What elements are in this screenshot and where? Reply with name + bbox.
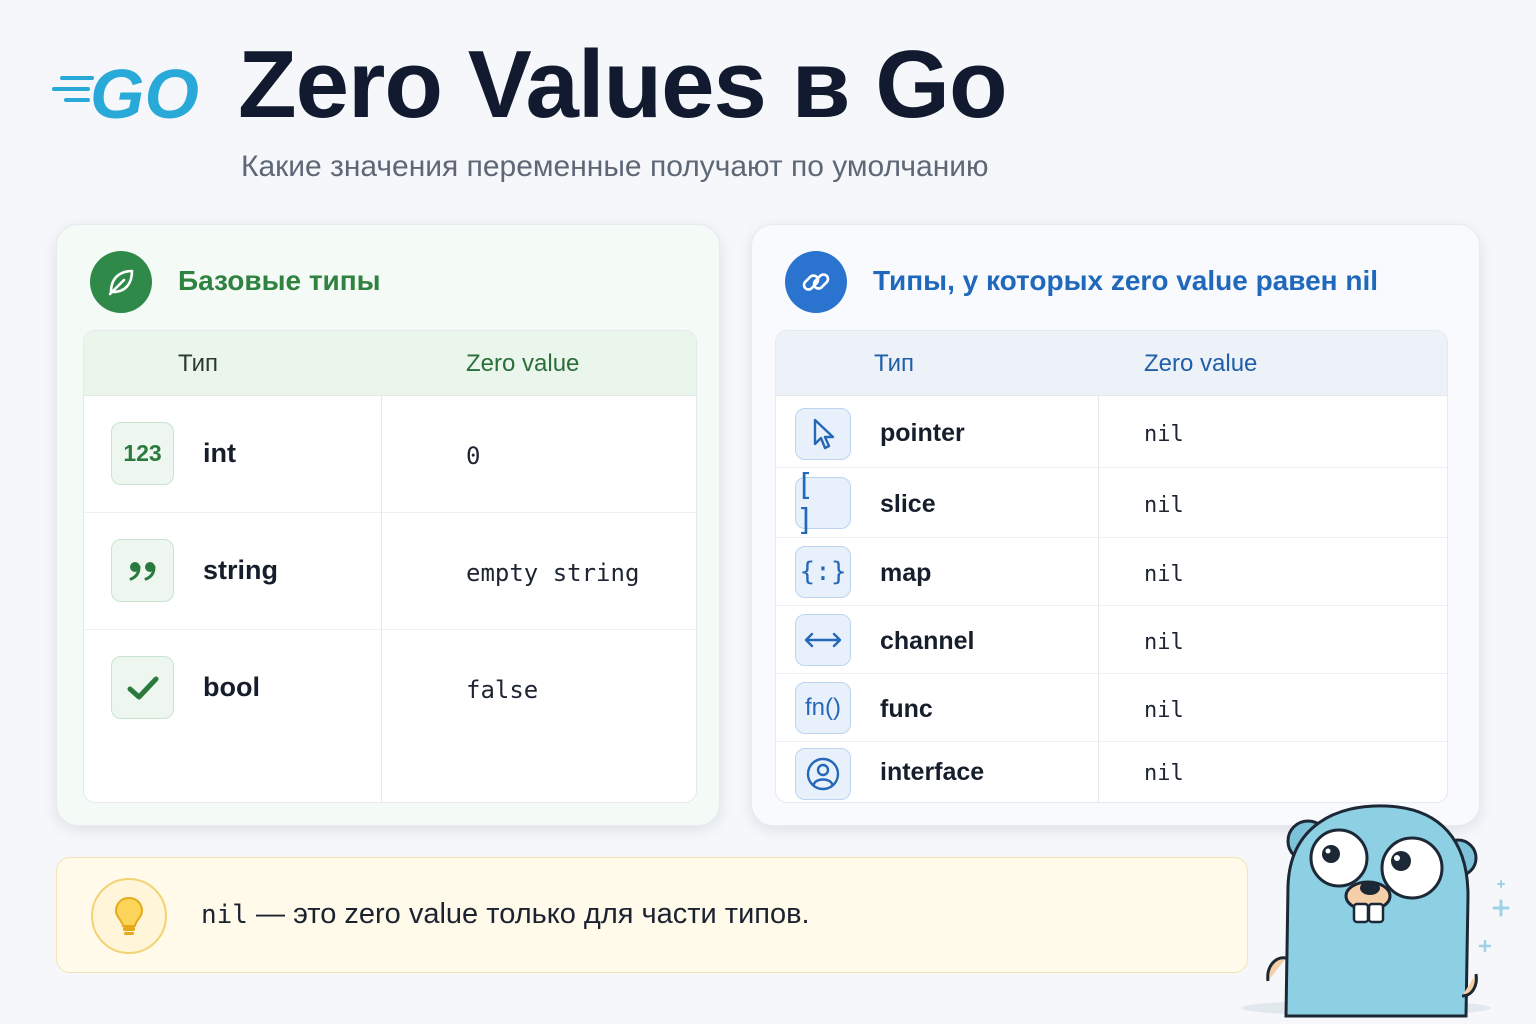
function-icon: fn() — [795, 682, 851, 734]
table-row: fn() func nil — [776, 674, 1447, 742]
go-logo-text: GO — [90, 55, 199, 133]
zero-value: 0 — [466, 442, 481, 470]
cursor-icon — [795, 408, 851, 460]
nil-types-card: Типы, у которых zero value равен nil Тип… — [751, 224, 1480, 826]
basic-types-title: Базовые типы — [178, 265, 381, 296]
brackets-icon: [ ] — [795, 468, 851, 538]
column-header-zero-value: Zero value — [466, 350, 580, 377]
page-title: Zero Values в Go — [238, 31, 1008, 138]
quote-icon — [111, 539, 174, 602]
type-name: map — [880, 559, 932, 587]
table-row: interface nil — [776, 742, 1447, 802]
type-name: func — [880, 695, 933, 723]
check-icon — [111, 656, 174, 719]
lightbulb-icon — [91, 878, 167, 954]
table-row: channel nil — [776, 606, 1447, 674]
table-row: 123 int 0 — [84, 396, 696, 513]
note-text: nil — это zero value только для части ти… — [201, 898, 810, 931]
nil-types-title: Типы, у которых zero value равен nil — [873, 265, 1379, 296]
type-name: channel — [880, 627, 975, 655]
type-name: bool — [203, 672, 260, 702]
basic-types-table: Тип Zero value 123 int 0 string empty st… — [83, 330, 697, 803]
table-header: Тип Zero value — [776, 331, 1447, 396]
note-banner: nil — это zero value только для части ти… — [56, 857, 1248, 973]
zero-value: empty string — [466, 559, 640, 587]
page-subtitle: Какие значения переменные получают по ум… — [241, 150, 989, 183]
gopher-mascot — [1241, 804, 1510, 1018]
braces-icon: {:} — [795, 546, 851, 598]
go-logo: GO — [52, 55, 199, 133]
table-row: [ ] slice nil — [776, 468, 1447, 538]
zero-value: false — [466, 676, 539, 704]
table-row: {:} map nil — [776, 538, 1447, 606]
person-icon — [795, 748, 851, 800]
zero-value: nil — [1144, 493, 1184, 518]
arrows-icon — [795, 614, 851, 666]
number-icon: 123 — [111, 422, 174, 485]
link-icon — [785, 251, 847, 313]
zero-value: nil — [1144, 630, 1184, 655]
leaf-icon — [90, 251, 152, 313]
type-name: int — [203, 438, 236, 468]
table-header: Тип Zero value — [84, 331, 696, 396]
column-header-type: Тип — [874, 350, 915, 377]
column-header-zero-value: Zero value — [1144, 350, 1258, 377]
column-header-type: Тип — [178, 350, 219, 377]
zero-value: nil — [1144, 422, 1184, 447]
type-name: string — [203, 555, 279, 585]
table-row: string empty string — [84, 513, 696, 630]
nil-types-table: Тип Zero value pointer nil [ ] slice nil… — [775, 330, 1448, 803]
type-name: slice — [880, 490, 936, 518]
type-name: pointer — [880, 419, 965, 447]
zero-value: nil — [1144, 761, 1184, 786]
table-row: bool false — [84, 630, 696, 747]
note-message: — это zero value только для части типов. — [247, 898, 810, 930]
zero-value: nil — [1144, 562, 1184, 587]
type-name: interface — [880, 758, 985, 786]
zero-value: nil — [1144, 698, 1184, 723]
table-row: pointer nil — [776, 396, 1447, 468]
basic-types-card: Базовые типы Тип Zero value 123 int 0 st… — [56, 224, 720, 826]
note-code: nil — [201, 900, 248, 930]
